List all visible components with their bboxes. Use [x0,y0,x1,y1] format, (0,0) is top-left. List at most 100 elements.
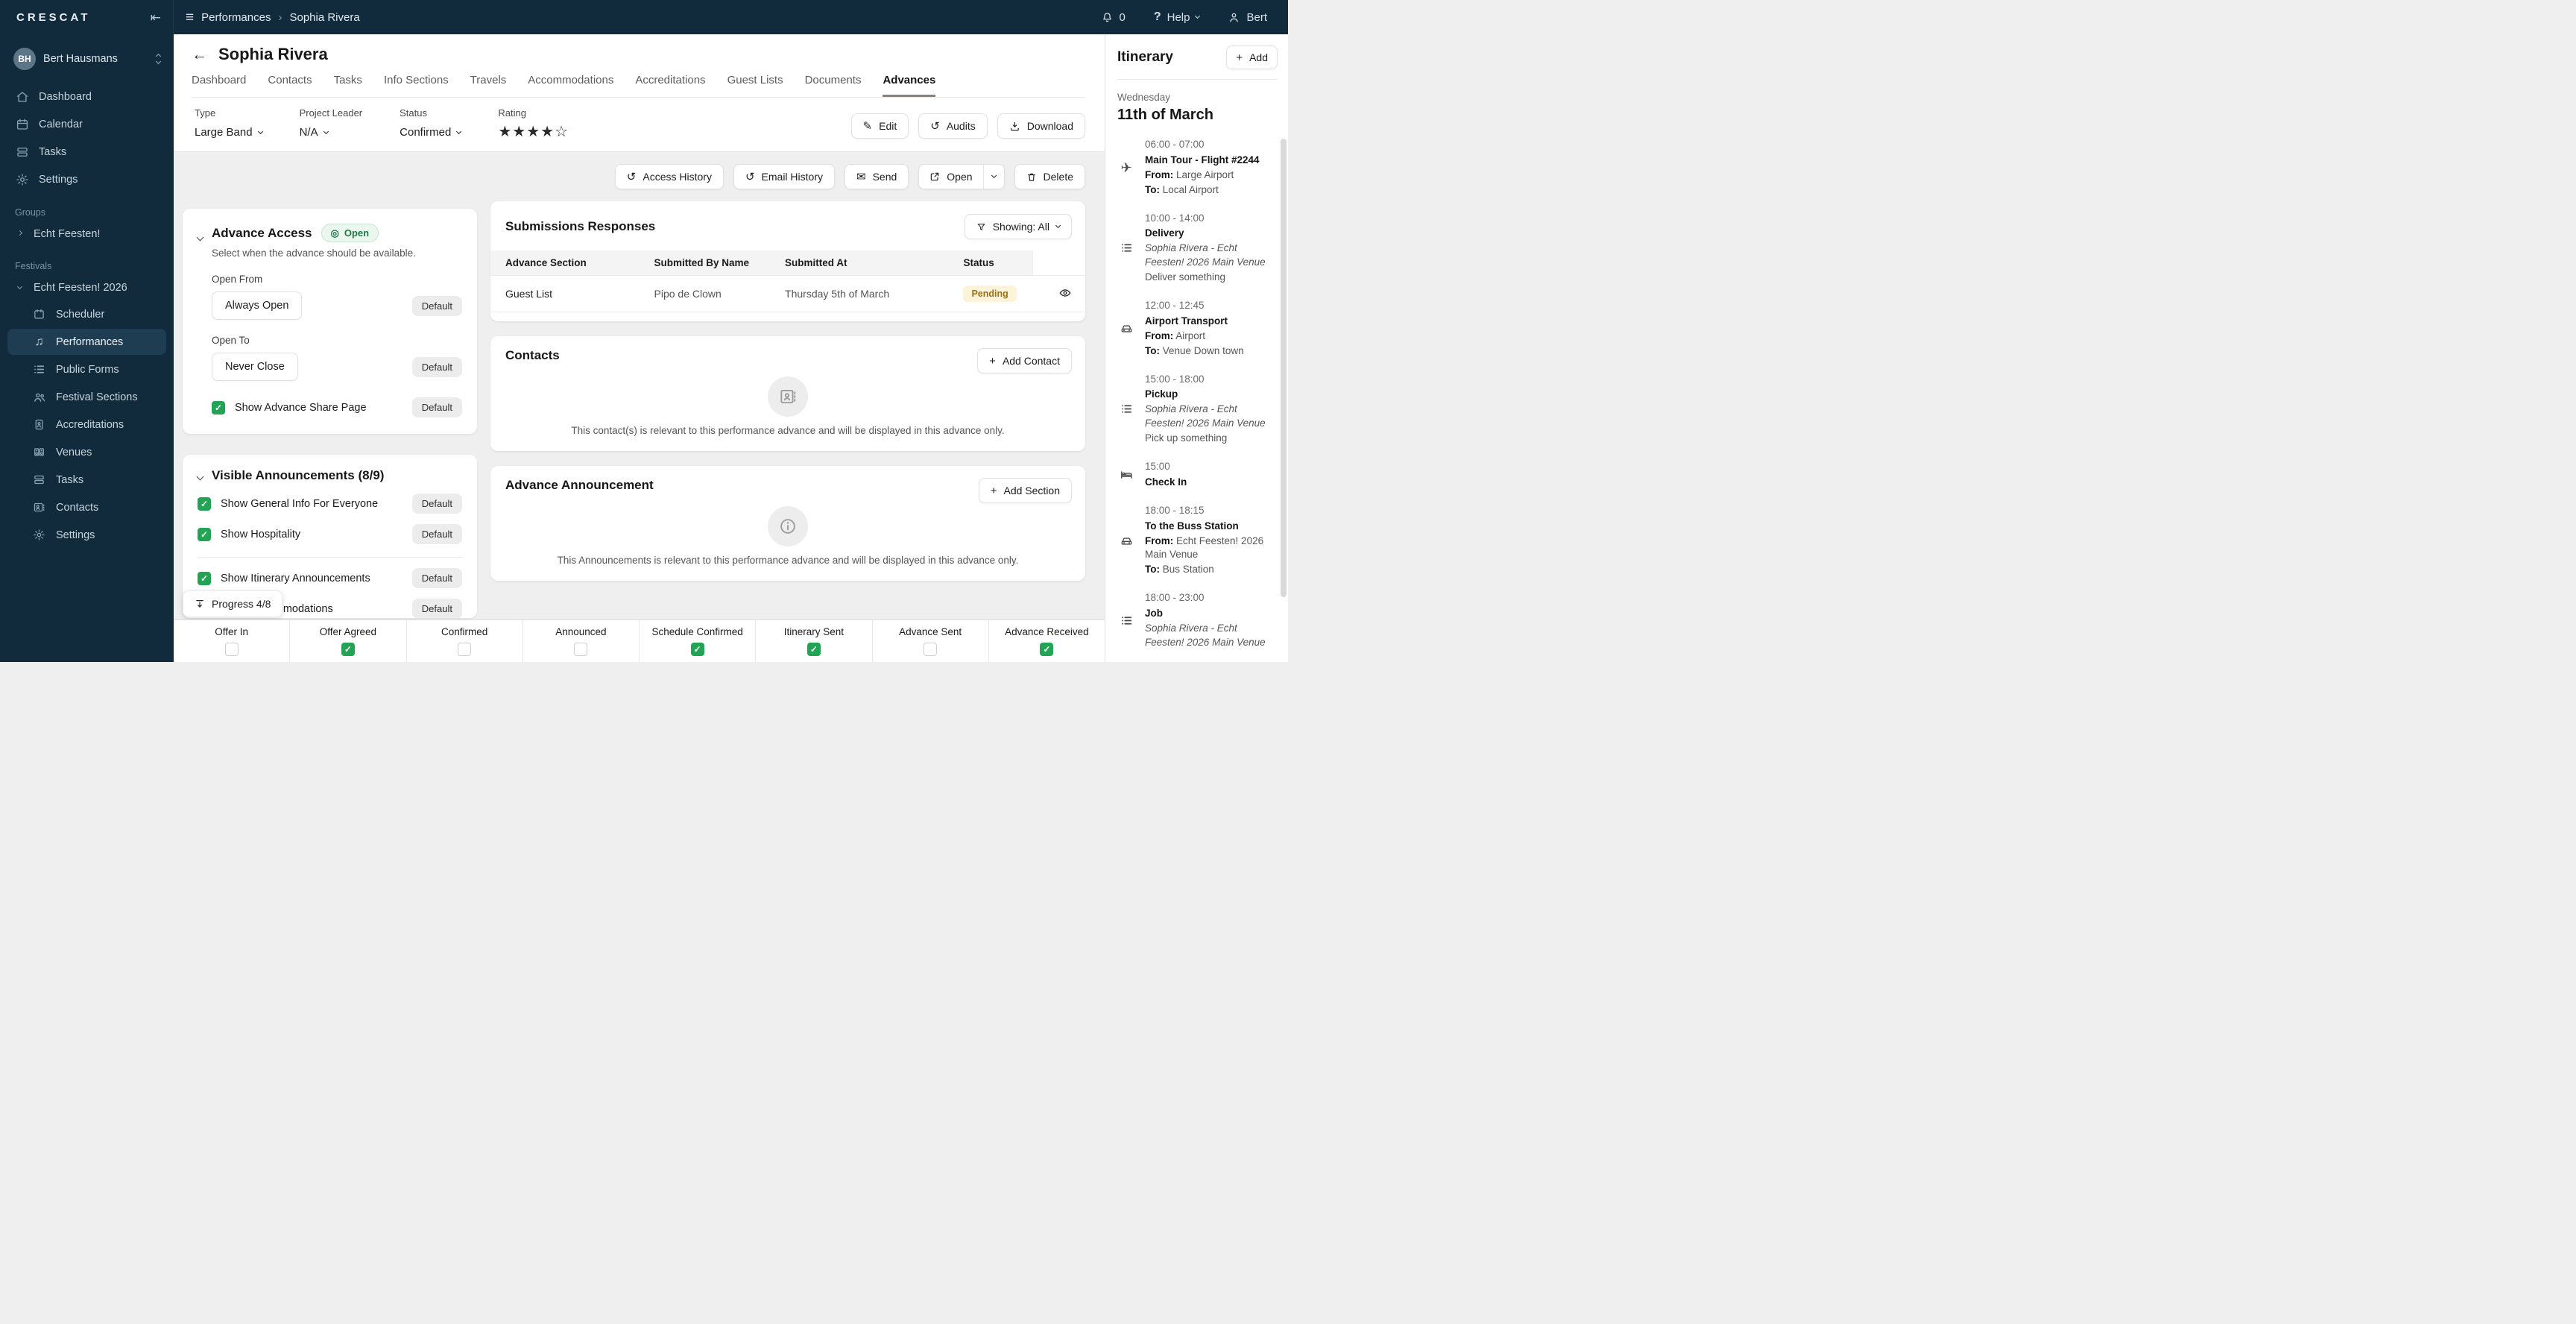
announcement-empty-text: This Announcements is relevant to this p… [557,555,1019,566]
announcement-checkbox[interactable] [198,497,211,511]
advance-access-subtitle: Select when the advance should be availa… [212,248,416,259]
sidebar-item-tasks[interactable]: Tasks [7,139,166,165]
collapse-card-icon[interactable] [196,470,204,483]
star-icon[interactable]: ★ [512,122,526,141]
itinerary-item-job[interactable]: 18:00 - 23:00 Job Sophia Rivera - Echt F… [1117,591,1278,650]
sidebar-item-calendar[interactable]: Calendar [7,111,166,137]
sidebar-item-festival-sections[interactable]: Festival Sections [7,384,166,410]
sidebar-item-accreditations[interactable]: Accreditations [7,412,166,438]
confirmed-checkbox[interactable] [458,643,472,656]
star-icon[interactable]: ★ [526,122,540,141]
itinerary-item-pickup[interactable]: 15:00 - 18:00 Pickup Sophia Rivera - Ech… [1117,373,1278,446]
default-pill[interactable]: Default [411,599,462,618]
default-pill[interactable]: Default [411,295,462,316]
sidebar-group-echt-feesten[interactable]: Echt Feesten! [7,222,166,246]
status-dropdown[interactable]: Confirmed [400,126,462,139]
type-dropdown[interactable]: Large Band [195,126,263,139]
tab-info-sections[interactable]: Info Sections [384,74,449,97]
help-button[interactable]: ? Help [1153,10,1201,24]
list-icon [32,362,46,376]
sidebar-item-festival-settings[interactable]: Settings [7,522,166,548]
pending-badge: Pending [963,286,1017,302]
notifications-button[interactable]: 0 [1101,11,1126,24]
sidebar-user-switcher[interactable]: BH Bert Hausmans [7,42,166,82]
edit-button[interactable]: ✎ Edit [850,113,909,139]
delete-button[interactable]: Delete [1014,164,1085,189]
star-icon[interactable]: ★ [540,122,555,141]
open-from-select[interactable]: Always Open [212,291,303,320]
tab-guest-lists[interactable]: Guest Lists [727,74,783,97]
advance-received-checkbox[interactable] [1040,643,1054,656]
itinerary-item-delivery[interactable]: 10:00 - 14:00 Delivery Sophia Rivera - E… [1117,212,1278,285]
tab-accommodations[interactable]: Accommodations [528,74,613,97]
show-advance-share-page-checkbox[interactable] [212,400,225,414]
progress-button[interactable]: Progress 4/8 [183,590,283,617]
announced-checkbox[interactable] [574,643,588,656]
sidebar-item-settings[interactable]: Settings [7,166,166,192]
tab-advances[interactable]: Advances [883,74,936,97]
question-icon: ? [1153,10,1161,23]
menu-icon[interactable]: ≡ [186,10,194,25]
default-pill[interactable]: Default [411,356,462,377]
tab-contacts[interactable]: Contacts [268,74,312,97]
sidebar-item-dashboard[interactable]: Dashboard [7,83,166,110]
default-pill[interactable]: Default [411,494,462,514]
sidebar-festival-echt-feesten-2026[interactable]: Echt Feesten! 2026 [7,276,166,300]
tab-documents[interactable]: Documents [805,74,862,97]
envelope-icon: ✉ [856,170,866,183]
unfold-icon [155,53,162,65]
itinerary-day: Wednesday [1117,92,1171,103]
breadcrumb-performances[interactable]: Performances [201,11,271,24]
add-contact-button[interactable]: + Add Contact [977,348,1072,373]
sidebar-item-festival-contacts[interactable]: Contacts [7,494,166,520]
offer-in-checkbox[interactable] [224,643,239,656]
itinerary-item-flight[interactable]: ✈ 06:00 - 07:00 Main Tour - Flight #2244… [1117,138,1278,198]
advance-sent-checkbox[interactable] [924,643,938,656]
itinerary-sent-checkbox[interactable] [806,643,821,656]
download-button[interactable]: Download [997,113,1085,139]
open-menu-button[interactable] [982,165,1004,189]
user-menu-button[interactable]: Bert [1228,11,1267,24]
back-button[interactable]: ← [192,47,207,63]
rating-stars[interactable]: ★ ★ ★ ★ ☆ [498,122,569,141]
collapse-card-icon[interactable] [196,230,204,417]
status-advance-sent: Advance Sent [873,620,989,662]
default-pill[interactable]: Default [411,397,462,417]
send-button[interactable]: ✉ Send [845,164,909,189]
collapse-sidebar-icon[interactable]: ⇤ [151,11,161,24]
itinerary-add-button[interactable]: + Add [1226,45,1278,69]
contacts-card: Contacts + Add Contact This contact(s) i… [490,336,1085,451]
tab-travels[interactable]: Travels [470,74,507,97]
sidebar-item-performances[interactable]: ♫ Performances [7,329,166,355]
audits-button[interactable]: ↺ Audits [918,113,988,139]
tab-accreditations[interactable]: Accreditations [635,74,705,97]
default-pill[interactable]: Default [411,568,462,588]
sidebar-item-festival-tasks[interactable]: Tasks [7,467,166,493]
sidebar-item-scheduler[interactable]: Scheduler [7,301,166,327]
announcement-checkbox[interactable] [198,571,211,585]
itinerary-item-check-in[interactable]: 15:00 Check In [1117,460,1278,490]
project-leader-dropdown[interactable]: N/A [300,126,363,139]
default-pill[interactable]: Default [411,524,462,544]
star-icon[interactable]: ★ [498,122,512,141]
itinerary-item-airport-transport[interactable]: 12:00 - 12:45 Airport Transport From: Ai… [1117,299,1278,359]
showing-filter-button[interactable]: Showing: All [964,214,1072,239]
tab-tasks[interactable]: Tasks [334,74,362,97]
itinerary-scrollbar[interactable] [1281,139,1287,597]
view-submission-eye-icon[interactable] [1058,286,1072,300]
status-itinerary-sent: Itinerary Sent [756,620,873,662]
open-button[interactable]: Open [919,165,982,189]
sidebar-item-public-forms[interactable]: Public Forms [7,356,166,382]
add-section-button[interactable]: + Add Section [978,478,1072,503]
sidebar-item-venues[interactable]: Venues [7,439,166,465]
announcement-checkbox[interactable] [198,527,211,541]
itinerary-item-bus-station[interactable]: 18:00 - 18:15 To the Buss Station From: … [1117,504,1278,577]
access-history-button[interactable]: ↺ Access History [614,164,724,189]
tab-dashboard[interactable]: Dashboard [192,74,246,97]
schedule-confirmed-checkbox[interactable] [690,643,704,656]
table-row[interactable]: Guest List Pipo de Clown Thursday 5th of… [490,275,1085,312]
offer-agreed-checkbox[interactable] [341,643,355,656]
star-icon[interactable]: ☆ [555,122,569,141]
email-history-button[interactable]: ↺ Email History [733,164,835,189]
open-to-select[interactable]: Never Close [212,353,298,381]
